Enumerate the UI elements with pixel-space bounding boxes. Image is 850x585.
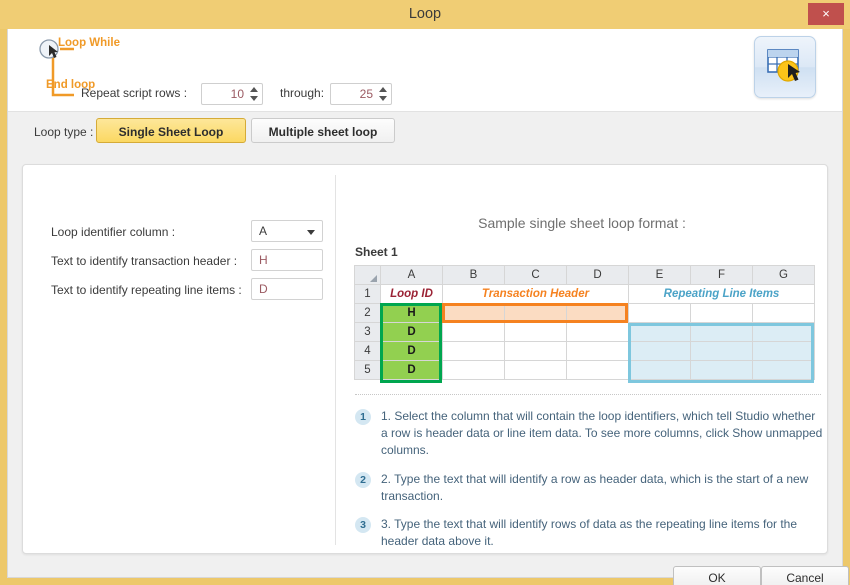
line-item-cell <box>691 323 753 342</box>
band-label-transaction-header: Transaction Header <box>443 285 629 304</box>
chevron-up-icon[interactable] <box>379 87 387 92</box>
step-number-badge: 3 <box>355 517 371 533</box>
sheet-name-label: Sheet 1 <box>355 245 398 259</box>
sheet-corner-cell[interactable] <box>355 266 381 285</box>
table-row: 2 H <box>355 304 815 323</box>
transaction-header-input[interactable]: H <box>251 249 323 271</box>
table-row: 5 D <box>355 361 815 380</box>
line-item-cell <box>753 342 815 361</box>
empty-cell <box>505 323 567 342</box>
content-panel: Loop identifier column : A Text to ident… <box>22 164 828 554</box>
loop-identifier-column-select[interactable]: A <box>251 220 323 242</box>
triangle-icon <box>370 275 377 282</box>
chevron-up-icon[interactable] <box>250 87 258 92</box>
loop-header-zone: Loop While End loop Repeat script rows :… <box>8 29 842 112</box>
table-row: 3 D <box>355 323 815 342</box>
empty-cell <box>443 342 505 361</box>
loop-id-cell-row2: H <box>381 304 443 323</box>
row-header-1[interactable]: 1 <box>355 285 381 304</box>
sample-spreadsheet: A B C D E F G 1 Loop ID Transaction Head… <box>354 265 815 380</box>
loop-while-label: Loop While <box>58 37 120 49</box>
loop-type-label: Loop type : <box>34 125 93 139</box>
through-label: through: <box>280 86 324 100</box>
repeat-script-rows-label: Repeat script rows : <box>81 86 187 100</box>
ok-button[interactable]: OK <box>673 566 761 585</box>
step-text: 3. Type the text that will identify rows… <box>381 516 824 550</box>
table-row: A B C D E F G <box>355 266 815 285</box>
column-header-e[interactable]: E <box>629 266 691 285</box>
window-body: Loop While End loop Repeat script rows :… <box>7 29 843 578</box>
repeat-from-arrows[interactable] <box>250 86 259 102</box>
line-item-cell <box>691 361 753 380</box>
column-header-a[interactable]: A <box>381 266 443 285</box>
repeating-line-items-label: Text to identify repeating line items : <box>51 283 242 297</box>
loop-type-row: Loop type : Single Sheet Loop Multiple s… <box>8 112 842 155</box>
table-row: 4 D <box>355 342 815 361</box>
column-header-g[interactable]: G <box>753 266 815 285</box>
line-item-cell <box>629 361 691 380</box>
line-item-cell <box>629 323 691 342</box>
table-row: 1 Loop ID Transaction Header Repeating L… <box>355 285 815 304</box>
row-header-5[interactable]: 5 <box>355 361 381 380</box>
title-bar: Loop × <box>0 0 850 29</box>
repeat-to-stepper[interactable]: 25 <box>330 83 392 105</box>
empty-cell <box>505 361 567 380</box>
empty-cell <box>567 342 629 361</box>
line-item-cell <box>753 361 815 380</box>
repeat-from-value[interactable]: 10 <box>202 84 246 104</box>
repeat-from-stepper[interactable]: 10 <box>201 83 263 105</box>
close-icon[interactable]: × <box>808 3 844 25</box>
window-title: Loop <box>0 0 850 29</box>
empty-cell <box>443 323 505 342</box>
loop-identifier-column-value: A <box>259 224 267 238</box>
line-item-cell <box>691 342 753 361</box>
step-number-badge: 2 <box>355 472 371 488</box>
band-label-repeating-line-items: Repeating Line Items <box>629 285 815 304</box>
row-header-3[interactable]: 3 <box>355 323 381 342</box>
empty-cell <box>567 361 629 380</box>
sample-format-title: Sample single sheet loop format : <box>336 215 828 231</box>
empty-cell <box>691 304 753 323</box>
repeat-to-arrows[interactable] <box>379 86 388 102</box>
spreadsheet-magnifier-icon[interactable] <box>754 36 816 98</box>
column-header-b[interactable]: B <box>443 266 505 285</box>
row-header-2[interactable]: 2 <box>355 304 381 323</box>
column-header-d[interactable]: D <box>567 266 629 285</box>
transaction-header-label: Text to identify transaction header : <box>51 254 237 268</box>
empty-cell <box>753 304 815 323</box>
line-item-cell <box>753 323 815 342</box>
tab-single-sheet-loop[interactable]: Single Sheet Loop <box>96 118 246 143</box>
loop-dialog-window: Loop × Loop While End loop Repeat script… <box>0 0 850 585</box>
row-header-4[interactable]: 4 <box>355 342 381 361</box>
repeat-to-value[interactable]: 25 <box>331 84 375 104</box>
loop-id-cell-row3: D <box>381 323 443 342</box>
empty-cell <box>629 304 691 323</box>
tab-multiple-sheet-loop[interactable]: Multiple sheet loop <box>251 118 395 143</box>
empty-cell <box>567 323 629 342</box>
chevron-down-icon[interactable] <box>379 96 387 101</box>
header-cell <box>505 304 567 323</box>
loop-id-cell-row5: D <box>381 361 443 380</box>
loop-id-cell-row4: D <box>381 342 443 361</box>
step-number-badge: 1 <box>355 409 371 425</box>
section-separator <box>355 394 821 395</box>
empty-cell <box>443 361 505 380</box>
repeating-line-items-input[interactable]: D <box>251 278 323 300</box>
band-label-loop-id: Loop ID <box>381 285 443 304</box>
chevron-down-icon <box>307 230 315 235</box>
line-item-cell <box>629 342 691 361</box>
header-cell <box>443 304 505 323</box>
step-text: 1. Select the column that will contain t… <box>381 408 824 459</box>
header-cell <box>567 304 629 323</box>
chevron-down-icon[interactable] <box>250 96 258 101</box>
step-text: 2. Type the text that will identify a ro… <box>381 471 824 505</box>
loop-identifier-column-label: Loop identifier column : <box>51 225 175 239</box>
cancel-button[interactable]: Cancel <box>761 566 849 585</box>
column-header-f[interactable]: F <box>691 266 753 285</box>
column-header-c[interactable]: C <box>505 266 567 285</box>
empty-cell <box>505 342 567 361</box>
